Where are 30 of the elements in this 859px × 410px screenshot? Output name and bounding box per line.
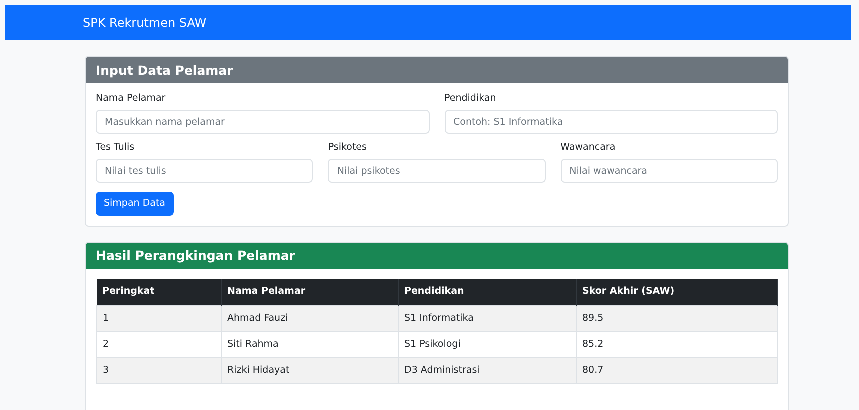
table-cell: D3 Administrasi	[398, 357, 576, 383]
table-cell: S1 Informatika	[398, 305, 576, 331]
field-label: Wawancara	[560, 142, 616, 153]
column-header: Pendidikan	[398, 278, 576, 305]
table-cell: Ahmad Fauzi	[221, 305, 398, 331]
table-cell: 3	[96, 357, 221, 383]
input-field[interactable]: Masukkan nama pelamar	[96, 110, 430, 134]
card-title: Hasil Perangkingan Pelamar	[96, 248, 296, 263]
card-title: Input Data Pelamar	[96, 62, 234, 78]
input-field[interactable]: Nilai tes tulis	[96, 159, 314, 183]
field-label: Pendidikan	[444, 93, 496, 104]
table-cell: Rizki Hidayat	[221, 357, 398, 383]
column-header: Skor Akhir (SAW)	[576, 278, 778, 305]
input-field[interactable]: Contoh: S1 Informatika	[444, 110, 778, 134]
table-cell: 80.7	[576, 357, 778, 383]
input-field[interactable]: Nilai wawancara	[560, 159, 778, 183]
table-cell: 85.2	[576, 331, 778, 357]
column-header: Peringkat	[96, 278, 221, 305]
column-header: Nama Pelamar	[221, 278, 398, 305]
table-cell: Siti Rahma	[221, 331, 398, 357]
field-label: Nama Pelamar	[96, 93, 166, 104]
table-cell: 1	[96, 305, 221, 331]
table-cell: S1 Psikologi	[398, 331, 576, 357]
field-label: Psikotes	[328, 142, 367, 153]
table-cell: 2	[96, 331, 221, 357]
table-cell: 89.5	[576, 305, 778, 331]
save-button[interactable]: Simpan Data	[96, 192, 174, 216]
field-label: Tes Tulis	[96, 142, 135, 153]
brand-title[interactable]: SPK Rekrutmen SAW	[83, 16, 207, 30]
input-field[interactable]: Nilai psikotes	[328, 159, 546, 183]
